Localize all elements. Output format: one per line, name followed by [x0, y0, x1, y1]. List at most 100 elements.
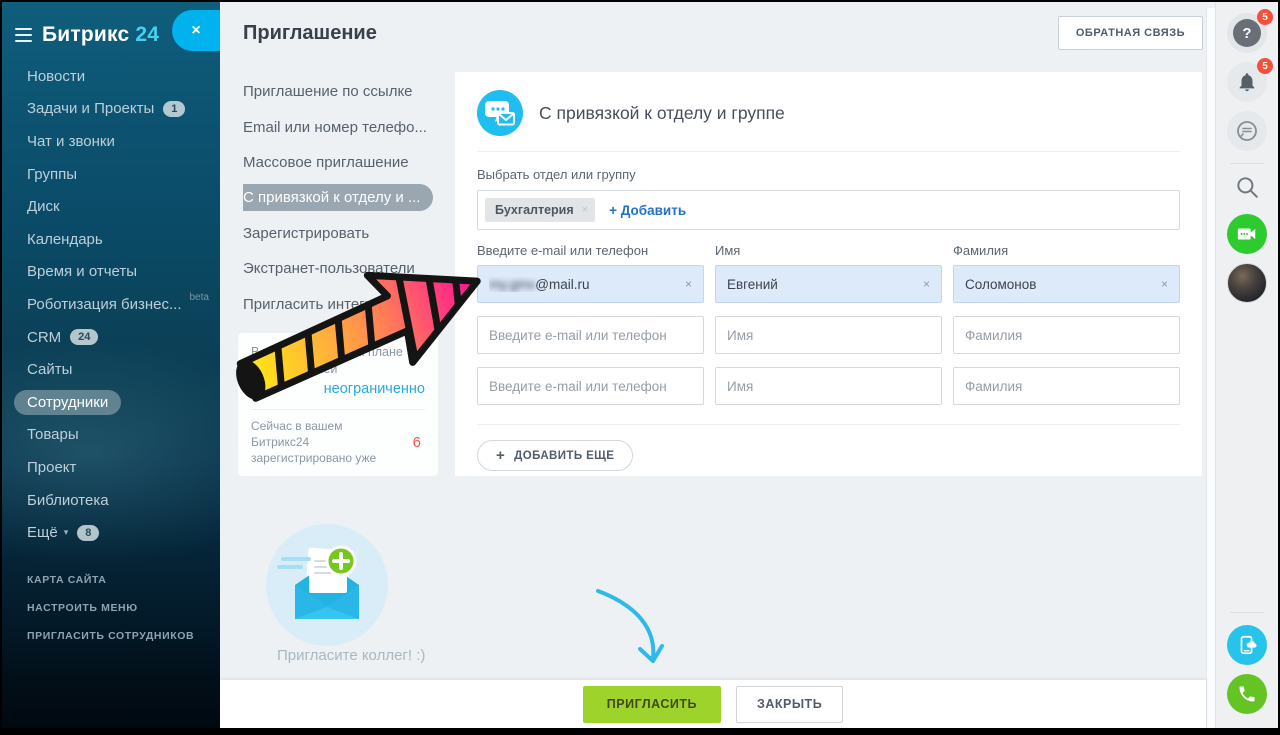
registered-users-text: Сейчас в вашем Битрикс24 зарегистрирован…: [251, 419, 401, 466]
sidebar-menu: Новости Задачи и Проекты1 Чат и звонки Г…: [2, 60, 220, 549]
plan-text: В вашем тарифном плане пользователей нео…: [251, 344, 425, 399]
email-domain: @mail.ru: [535, 277, 589, 292]
sidebar-item-chat[interactable]: Чат и звонки: [2, 125, 220, 158]
dialog-footer: ПРИГЛАСИТЬ ЗАКРЫТЬ: [220, 680, 1206, 728]
firstname-field-row3[interactable]: [715, 367, 942, 405]
sidebar-item-more[interactable]: Ещё▾8: [2, 516, 220, 549]
video-camera-icon: [1236, 223, 1258, 245]
sidebar-item-products[interactable]: Товары: [2, 419, 220, 452]
form-heading: С привязкой к отделу и группе: [539, 103, 785, 124]
invitation-nav: Приглашение по ссылке Email или номер те…: [243, 74, 455, 322]
tab-invite-integrator[interactable]: Пригласить интегратора: [243, 286, 455, 321]
divider: [477, 424, 1180, 425]
lastname-field-row1[interactable]: Соломонов ×: [953, 265, 1180, 303]
add-more-button[interactable]: + ДОБАВИТЬ ЕЩЕ: [477, 440, 633, 471]
logo-brand: Битрикс: [42, 23, 129, 46]
crm-badge: 24: [70, 329, 98, 345]
help-icon: ?: [1233, 19, 1261, 47]
sidebar-item-library[interactable]: Библиотека: [2, 484, 220, 517]
close-icon: ×: [191, 22, 200, 40]
email-field-row1[interactable]: my.gmx@mail.ru ×: [477, 265, 704, 303]
chat-lines-icon: [1235, 119, 1259, 143]
lastname-field-row2[interactable]: [953, 316, 1180, 354]
tab-extranet-users[interactable]: Экстранет-пользователи: [243, 251, 455, 286]
plus-icon: +: [496, 447, 505, 464]
hamburger-menu-icon[interactable]: [15, 28, 32, 42]
feedback-button[interactable]: ОБРАТНАЯ СВЯЗЬ: [1058, 16, 1203, 50]
dialog-close-tab[interactable]: ×: [172, 10, 220, 51]
notifications-badge: 5: [1257, 58, 1273, 74]
tasks-badge: 1: [163, 101, 185, 117]
plan-info-box: В вашем тарифном плане пользователей нео…: [237, 332, 439, 477]
divider: [251, 409, 425, 410]
invite-form-card: С привязкой к отделу и группе Выбрать от…: [455, 72, 1202, 476]
invite-caption: Пригласите коллег! :): [277, 647, 425, 664]
sidebar-item-groups[interactable]: Группы: [2, 158, 220, 191]
sidebar-footer-links: КАРТА САЙТА НАСТРОИТЬ МЕНЮ ПРИГЛАСИТЬ СО…: [2, 566, 220, 650]
invite-colleagues-illustration: [265, 523, 389, 647]
email-field-row2[interactable]: [477, 316, 704, 354]
clear-icon[interactable]: ×: [917, 277, 930, 291]
sidebar-item-time-reports[interactable]: Время и отчеты: [2, 256, 220, 289]
sidebar-item-tasks[interactable]: Задачи и Проекты1: [2, 93, 220, 126]
clear-icon[interactable]: ×: [1155, 277, 1168, 291]
sidebar-item-employees[interactable]: Сотрудники: [2, 386, 220, 419]
sidebar-item-news[interactable]: Новости: [2, 60, 220, 93]
notifications-button[interactable]: 5: [1227, 62, 1267, 102]
divider: [1230, 163, 1264, 164]
column-label-lastname: Фамилия: [953, 243, 1180, 258]
close-button[interactable]: ЗАКРЫТЬ: [736, 686, 843, 723]
tab-register[interactable]: Зарегистрировать: [243, 216, 455, 251]
app-logo[interactable]: Битрикс 24: [42, 23, 159, 47]
plan-unlimited-value: неограниченно: [251, 380, 425, 400]
department-invite-icon: [477, 90, 523, 136]
sidebar-link-invite-employees[interactable]: ПРИГЛАСИТЬ СОТРУДНИКОВ: [2, 622, 220, 650]
column-label-firstname: Имя: [715, 243, 942, 258]
sidebar-item-crm[interactable]: CRM24: [2, 321, 220, 354]
mobile-cloud-icon: [1236, 634, 1258, 656]
sidebar-item-project[interactable]: Проект: [2, 451, 220, 484]
firstname-field-row1[interactable]: Евгений ×: [715, 265, 942, 303]
sidebar-item-calendar[interactable]: Календарь: [2, 223, 220, 256]
more-badge: 8: [77, 525, 99, 541]
phone-icon: [1237, 684, 1257, 704]
department-select[interactable]: Бухгалтерия × + Добавить: [477, 190, 1180, 230]
rail-bottom-group: [1227, 600, 1267, 728]
divider: [1230, 612, 1264, 613]
chat-history-button[interactable]: [1227, 111, 1267, 151]
tab-invite-by-link[interactable]: Приглашение по ссылке: [243, 74, 455, 109]
firstname-field-row2[interactable]: [715, 316, 942, 354]
email-field-row3[interactable]: [477, 367, 704, 405]
sidebar-item-disk[interactable]: Диск: [2, 190, 220, 223]
tab-bind-department[interactable]: С привязкой к отделу и ...: [243, 180, 455, 215]
sidebar-link-sitemap[interactable]: КАРТА САЙТА: [2, 566, 220, 594]
tab-mass-invitation[interactable]: Массовое приглашение: [243, 145, 455, 180]
invite-button[interactable]: ПРИГЛАСИТЬ: [583, 686, 721, 723]
help-badge: 5: [1257, 9, 1273, 25]
selected-pill: Сотрудники: [14, 390, 121, 415]
tab-email-or-phone[interactable]: Email или номер телефо...: [243, 109, 455, 144]
video-call-button[interactable]: [1227, 214, 1267, 254]
chevron-down-icon: ▾: [64, 527, 69, 538]
beta-tag: beta: [190, 292, 209, 303]
email-hidden-part: my.gmx: [489, 277, 535, 292]
telephony-button[interactable]: [1227, 674, 1267, 714]
user-avatar[interactable]: [1227, 263, 1267, 303]
search-icon: [1234, 174, 1260, 200]
mobile-app-button[interactable]: [1227, 625, 1267, 665]
sidebar-item-sites[interactable]: Сайты: [2, 353, 220, 386]
lastname-field-row3[interactable]: [953, 367, 1180, 405]
scroll-gutter: [1206, 8, 1215, 728]
tag-remove-icon[interactable]: ×: [582, 204, 588, 216]
page-title: Приглашение: [243, 22, 377, 45]
add-department-link[interactable]: + Добавить: [609, 203, 686, 218]
sidebar-item-rpa[interactable]: Роботизация бизнес...beta: [2, 288, 220, 321]
search-button[interactable]: [1234, 174, 1260, 205]
sidebar-link-configure-menu[interactable]: НАСТРОИТЬ МЕНЮ: [2, 594, 220, 622]
help-button[interactable]: ? 5: [1227, 13, 1267, 53]
clear-icon[interactable]: ×: [679, 277, 692, 291]
department-tag: Бухгалтерия ×: [485, 198, 595, 222]
department-label: Выбрать отдел или группу: [477, 167, 1180, 182]
right-toolbar: ? 5 5: [1215, 2, 1278, 728]
logo-number: 24: [135, 23, 159, 46]
